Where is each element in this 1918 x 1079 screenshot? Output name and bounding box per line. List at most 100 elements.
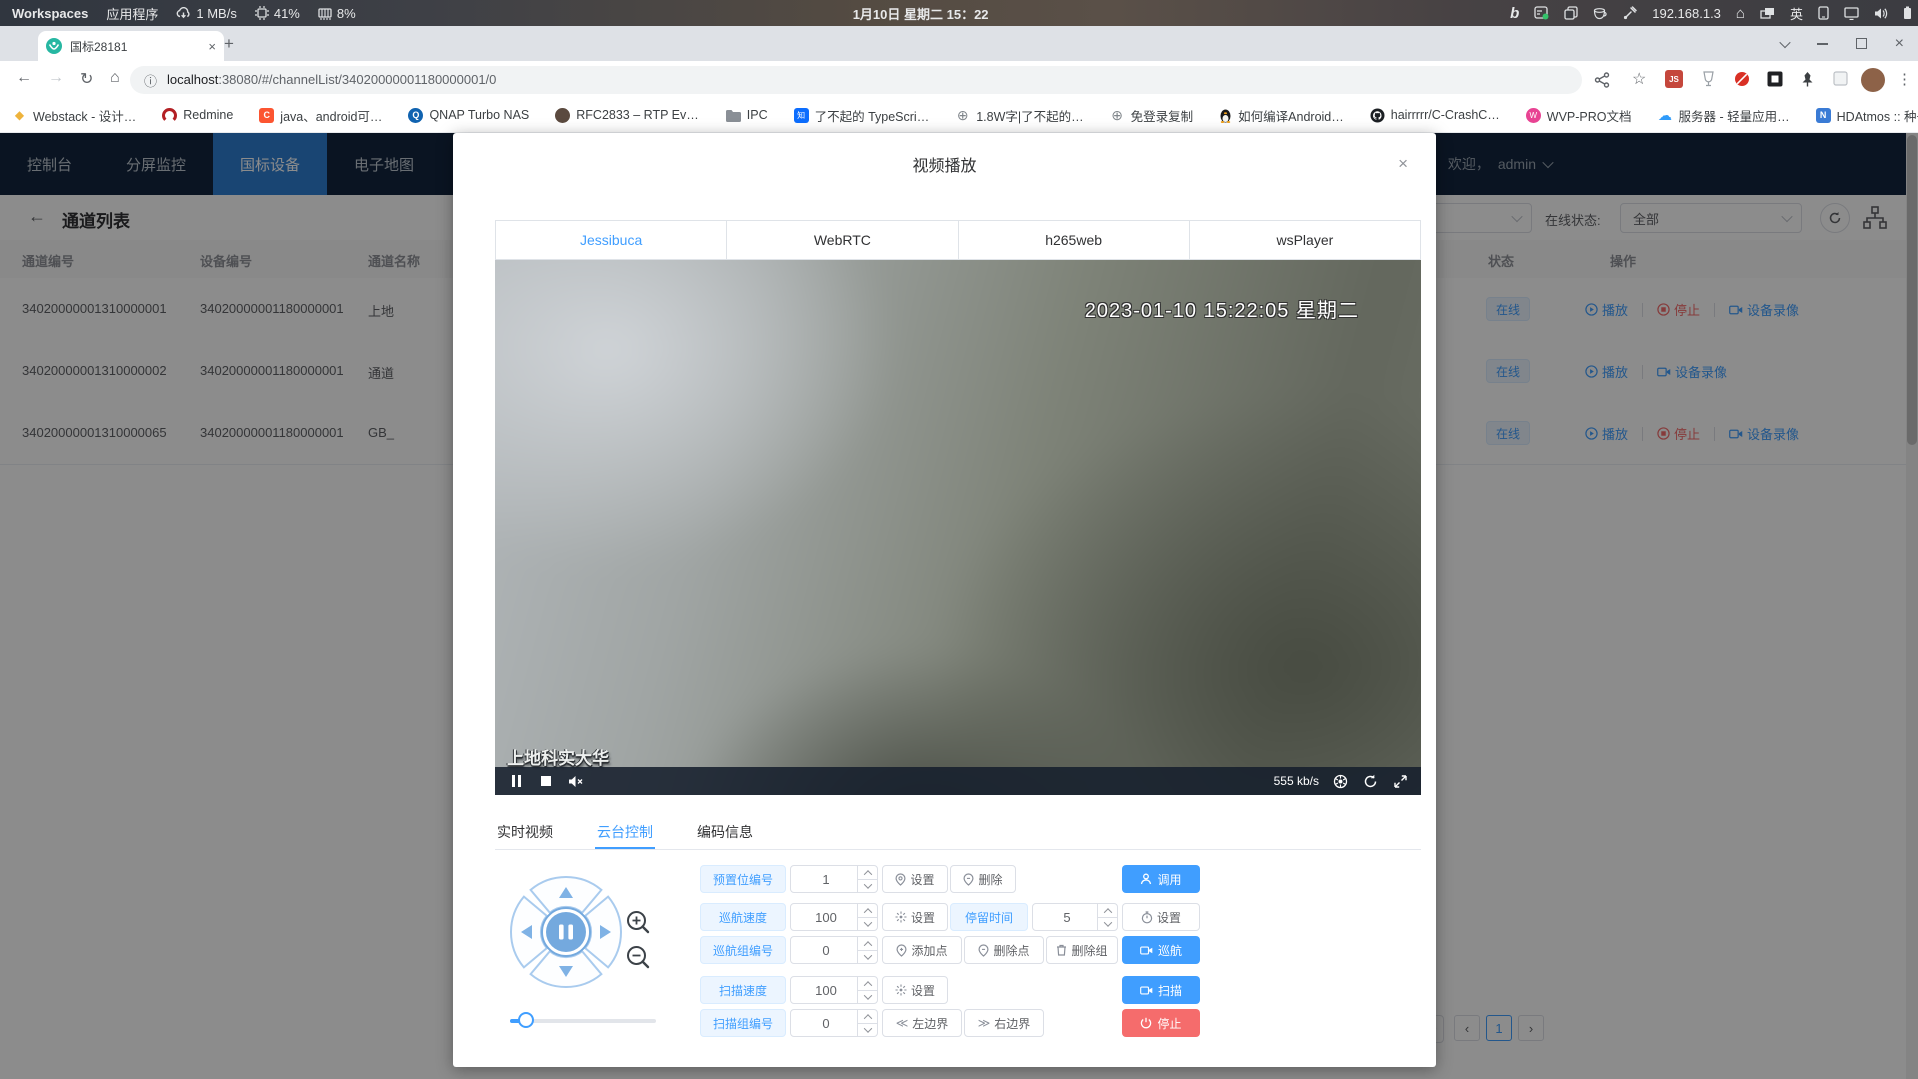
delete-point-button[interactable]: 删除点 [964,936,1044,964]
battery-tray-icon[interactable] [1903,6,1912,20]
tab-encoding-info[interactable]: 编码信息 [695,814,755,849]
browser-home-button[interactable]: ⌂ [110,69,120,87]
tab-live-video[interactable]: 实时视频 [495,814,555,849]
extension-light-icon[interactable] [1833,71,1848,86]
bookmark-csdn[interactable]: Cjava、android可… [259,106,382,125]
mute-button[interactable] [561,767,591,795]
pause-button[interactable] [501,767,531,795]
number-stepper[interactable] [857,977,877,1003]
number-stepper[interactable] [857,1010,877,1036]
window-close-button[interactable]: × [1895,35,1904,53]
bookmark-github[interactable]: hairrrrr/C-CrashC… [1370,108,1500,123]
input-method-indicator[interactable]: 英 [1790,4,1803,23]
profile-avatar[interactable] [1861,68,1885,92]
window-minimize-button[interactable] [1817,43,1828,45]
browser-tab[interactable]: 国标28181 × [38,31,224,61]
number-stepper[interactable] [857,866,877,892]
bookmark-redmine[interactable]: Redmine [162,108,233,123]
preset-delete-button[interactable]: 删除 [950,865,1016,893]
bookmark-star-icon[interactable]: ☆ [1632,69,1646,89]
bookmark-rfc2833[interactable]: RFC2833 – RTP Ev… [555,108,699,123]
delete-group-button[interactable]: 删除组 [1046,936,1118,964]
number-stepper[interactable] [857,937,877,963]
tablet-tray-icon[interactable] [1818,6,1829,20]
ip-address[interactable]: 192.168.1.3 [1652,6,1721,21]
extension-dark-icon[interactable] [1767,71,1783,87]
fullscreen-button[interactable] [1385,767,1415,795]
preset-set-button[interactable]: 设置 [882,865,948,893]
dwell-time-input[interactable] [1032,903,1118,931]
display-tray-icon[interactable] [1844,7,1859,20]
player-settings-button[interactable] [1325,767,1355,795]
right-boundary-button[interactable]: ≫右边界 [964,1009,1044,1037]
cruise-group-input[interactable] [790,936,878,964]
bookmark-webstack[interactable]: ◆Webstack - 设计… [12,106,136,125]
bookmark-folder-ipc[interactable]: IPC [725,108,768,122]
left-boundary-button[interactable]: ≪左边界 [882,1009,962,1037]
extension-pin-icon[interactable] [1800,71,1815,87]
network-speed-indicator: 1 MB/s [176,6,236,21]
ptz-speed-slider[interactable] [510,1019,656,1023]
extension-cup-icon[interactable] [1701,71,1716,87]
bookmark-wvp-docs[interactable]: WWVP-PRO文档 [1526,106,1632,125]
video-player[interactable]: 2023-01-10 15:22:05 星期二 上地科实大华 555 kb/s [495,260,1421,795]
preset-call-button[interactable]: 调用 [1122,865,1200,893]
screenshot-tray-icon[interactable] [1534,6,1549,20]
bookmark-cloud-server[interactable]: ☁服务器 - 轻量应用… [1658,106,1790,125]
bookmark-hdatmos[interactable]: NHDAtmos :: 种子 *… [1816,106,1918,125]
window-maximize-button[interactable] [1856,38,1867,49]
new-tab-button[interactable]: + [224,34,234,54]
bing-tray-icon[interactable]: b [1510,5,1519,22]
scan-speed-input[interactable] [790,976,878,1004]
ptz-direction-pad[interactable] [507,873,625,991]
browser-back-button[interactable]: ← [16,69,32,87]
tab-ptz-control[interactable]: 云台控制 [595,814,655,849]
player-refresh-button[interactable] [1355,767,1385,795]
bookmark-zhihu-typescript[interactable]: 知了不起的 TypeScri… [794,106,930,125]
scan-button[interactable]: 扫描 [1122,976,1200,1004]
site-info-icon[interactable]: ⓘ [144,71,157,90]
browser-menu-icon[interactable]: ⋮ [1897,70,1912,88]
clipboard-tray-icon[interactable] [1564,6,1578,20]
workspaces-button[interactable]: Workspaces [12,6,88,21]
zoom-in-button[interactable] [625,909,651,935]
volume-tray-icon[interactable] [1874,7,1888,20]
ptz-stop-button[interactable]: 停止 [1122,1009,1200,1037]
cruise-speed-input[interactable] [790,903,878,931]
clock[interactable]: 1月10日 星期二 15：22 [853,4,989,23]
windows-tray-icon[interactable] [1760,7,1775,20]
address-bar[interactable]: ⓘ localhost:38080/#/channelList/34020000… [130,66,1582,94]
cruise-speed-set-button[interactable]: 设置 [882,903,948,931]
cruise-button[interactable]: 巡航 [1122,936,1200,964]
home-tray-icon[interactable]: ⌂ [1736,5,1745,22]
bookmark-article-1[interactable]: ⊕1.8W字|了不起的… [955,106,1083,125]
coffee-tray-icon[interactable] [1593,7,1608,20]
add-point-button[interactable]: 添加点 [882,936,962,964]
number-stepper[interactable] [857,904,877,930]
tab-h265web[interactable]: h265web [959,221,1190,259]
dwell-time-set-button[interactable]: 设置 [1122,903,1200,931]
share-icon[interactable] [1594,72,1610,88]
preset-number-input[interactable] [790,865,878,893]
scan-speed-set-button[interactable]: 设置 [882,976,948,1004]
bookmark-copy-tool[interactable]: ⊕免登录复制 [1110,106,1194,125]
tab-search-icon[interactable] [1779,36,1790,47]
color-picker-tray-icon[interactable] [1623,6,1637,20]
bookmark-qnap[interactable]: QQNAP Turbo NAS [408,108,529,123]
browser-reload-button[interactable]: ↻ [80,69,93,89]
zoom-out-button[interactable] [625,944,651,970]
tab-webrtc[interactable]: WebRTC [727,221,958,259]
dialog-close-icon[interactable]: × [1398,155,1408,172]
stop-button[interactable] [531,767,561,795]
extension-blocker-icon[interactable] [1734,71,1750,87]
scan-group-input[interactable] [790,1009,878,1037]
tab-close-icon[interactable]: × [208,39,216,54]
extension-js-icon[interactable]: JS [1665,70,1683,88]
browser-forward-button[interactable]: → [48,69,64,87]
tab-jessibuca[interactable]: Jessibuca [496,221,727,259]
applications-menu[interactable]: 应用程序 [106,4,158,23]
tab-wsplayer[interactable]: wsPlayer [1190,221,1420,259]
bookmark-android-build[interactable]: 如何编译Android… [1219,106,1344,125]
slider-handle[interactable] [518,1012,534,1028]
number-stepper[interactable] [1097,904,1117,930]
